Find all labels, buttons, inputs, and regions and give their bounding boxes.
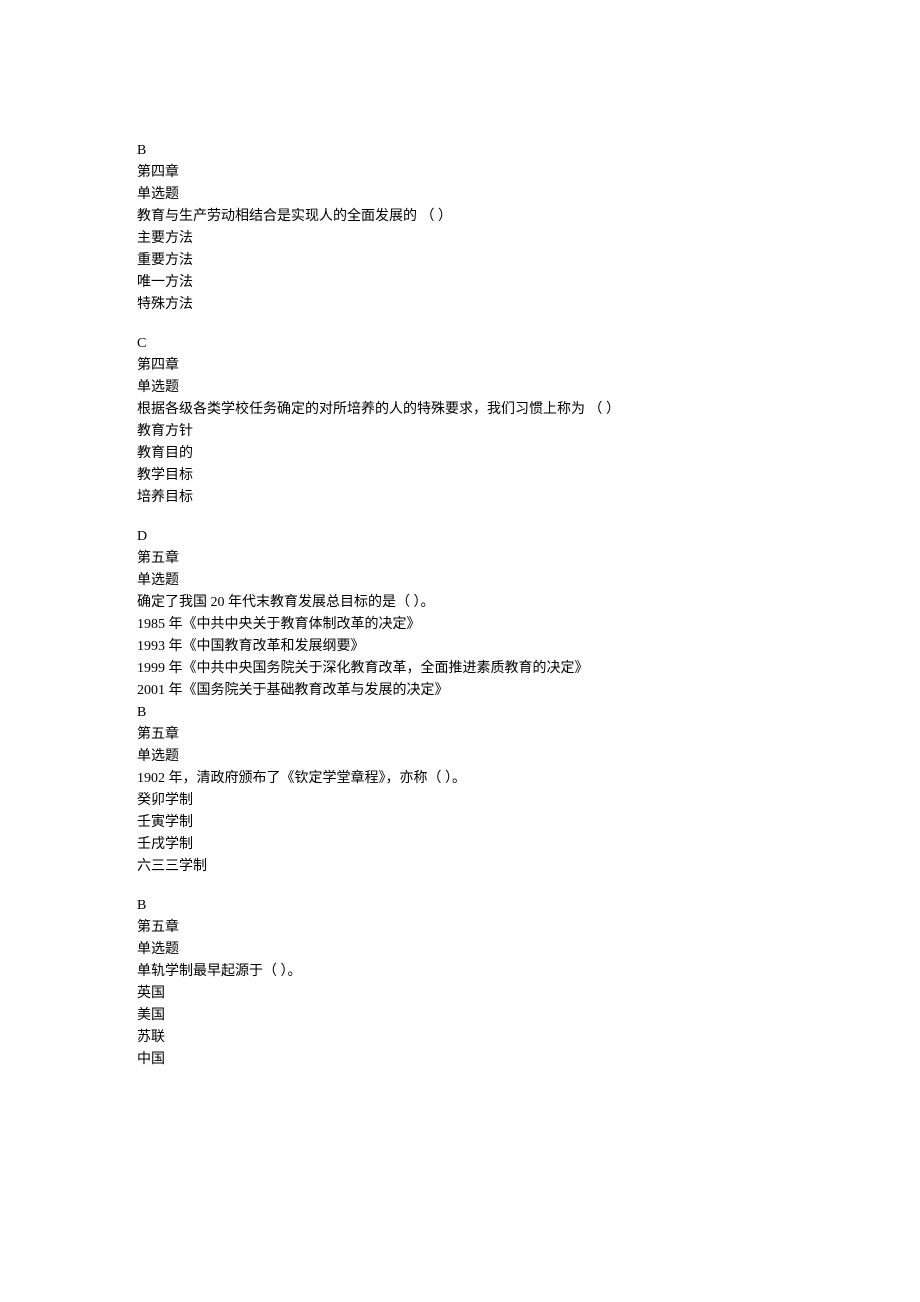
question-block: B第五章单选题单轨学制最早起源于（ ）。英国美国苏联中国 [137,895,783,1070]
text-line: 癸卯学制 [137,790,783,811]
text-line: 第四章 [137,162,783,183]
text-line: 教育与生产劳动相结合是实现人的全面发展的 （ ） [137,206,783,227]
text-line: D [137,526,783,547]
text-line: 1993 年《中国教育改革和发展纲要》 [137,636,783,657]
text-line: B [137,702,783,723]
question-block: B第四章单选题教育与生产劳动相结合是实现人的全面发展的 （ ）主要方法重要方法唯… [137,140,783,315]
text-line: 2001 年《国务院关于基础教育改革与发展的决定》 [137,680,783,701]
text-line: 培养目标 [137,487,783,508]
text-line: 中国 [137,1049,783,1070]
text-line: 教学目标 [137,465,783,486]
text-line: 特殊方法 [137,294,783,315]
question-block: D第五章单选题确定了我国 20 年代末教育发展总目标的是（ ）。1985 年《中… [137,526,783,877]
text-line: 1999 年《中共中央国务院关于深化教育改革，全面推进素质教育的决定》 [137,658,783,679]
text-line: 单选题 [137,377,783,398]
text-line: 美国 [137,1005,783,1026]
text-line: 壬寅学制 [137,812,783,833]
text-line: 第五章 [137,724,783,745]
text-line: 单选题 [137,746,783,767]
question-block: C第四章单选题根据各级各类学校任务确定的对所培养的人的特殊要求，我们习惯上称为 … [137,333,783,508]
text-line: 壬戌学制 [137,834,783,855]
text-line: 英国 [137,983,783,1004]
text-line: 单选题 [137,570,783,591]
text-line: 确定了我国 20 年代末教育发展总目标的是（ ）。 [137,592,783,613]
document-content: B第四章单选题教育与生产劳动相结合是实现人的全面发展的 （ ）主要方法重要方法唯… [137,140,783,1070]
text-line: 单轨学制最早起源于（ ）。 [137,961,783,982]
text-line: B [137,895,783,916]
text-line: 苏联 [137,1027,783,1048]
text-line: 教育方针 [137,421,783,442]
text-line: 第五章 [137,917,783,938]
text-line: 六三三学制 [137,856,783,877]
text-line: 第五章 [137,548,783,569]
text-line: 根据各级各类学校任务确定的对所培养的人的特殊要求，我们习惯上称为 （ ） [137,399,783,420]
text-line: 单选题 [137,184,783,205]
text-line: 第四章 [137,355,783,376]
text-line: 主要方法 [137,228,783,249]
text-line: 重要方法 [137,250,783,271]
text-line: 唯一方法 [137,272,783,293]
text-line: B [137,140,783,161]
text-line: 1985 年《中共中央关于教育体制改革的决定》 [137,614,783,635]
text-line: 1902 年，清政府颁布了《钦定学堂章程》，亦称（ ）。 [137,768,783,789]
text-line: C [137,333,783,354]
text-line: 教育目的 [137,443,783,464]
text-line: 单选题 [137,939,783,960]
